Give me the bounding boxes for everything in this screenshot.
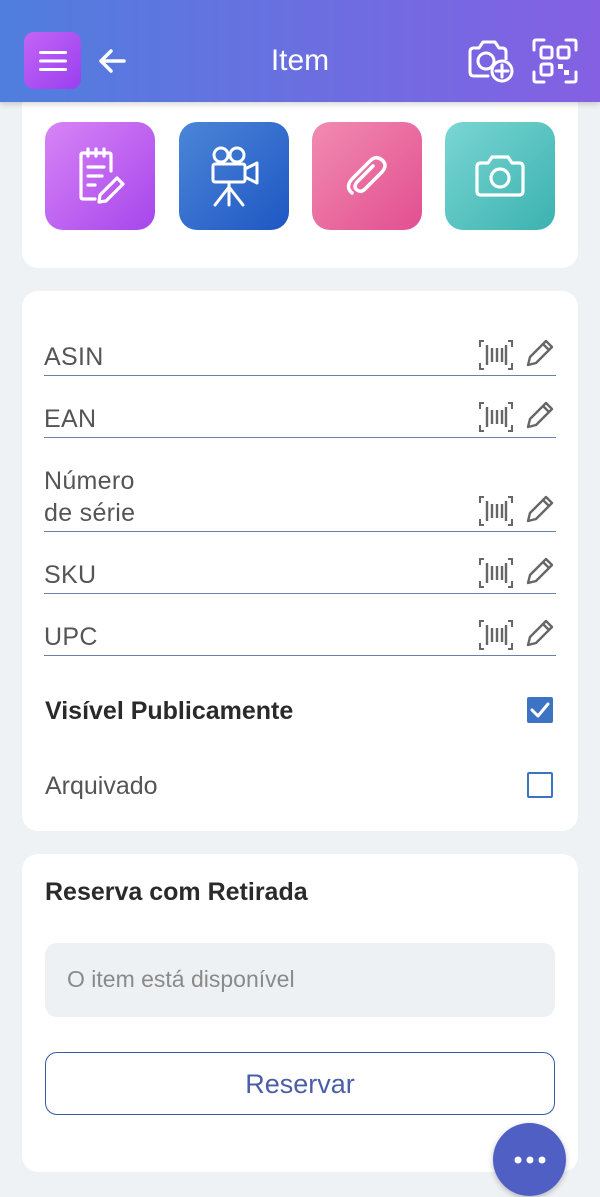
checkmark-icon xyxy=(530,702,550,718)
archived-checkbox[interactable] xyxy=(527,772,553,798)
add-photo-button[interactable] xyxy=(466,38,514,84)
field-label-line2: de série xyxy=(44,499,136,527)
pencil-icon[interactable] xyxy=(524,337,556,369)
barcode-scan-icon[interactable] xyxy=(478,339,514,371)
attachment-button[interactable] xyxy=(312,122,422,230)
more-horizontal-icon xyxy=(514,1156,545,1163)
barcode-scan-icon[interactable] xyxy=(478,619,514,651)
field-label: EAN xyxy=(44,405,97,433)
upc-field[interactable]: UPC xyxy=(44,610,556,656)
notepad-pencil-icon xyxy=(79,147,125,204)
availability-text: O item está disponível xyxy=(67,966,295,992)
pencil-icon[interactable] xyxy=(524,555,556,587)
barcode-scan-icon[interactable] xyxy=(478,557,514,589)
photo-button[interactable] xyxy=(445,122,555,230)
paperclip-icon xyxy=(346,156,387,195)
pencil-icon[interactable] xyxy=(524,399,556,431)
qr-scan-button[interactable] xyxy=(532,38,578,84)
field-label: UPC xyxy=(44,623,98,651)
pencil-icon[interactable] xyxy=(524,493,556,525)
camera-icon xyxy=(475,155,525,197)
visible-publicly-row[interactable]: Visível Publicamente xyxy=(45,691,555,731)
reservation-title: Reserva com Retirada xyxy=(45,878,308,906)
availability-status: O item está disponível xyxy=(45,943,555,1017)
more-actions-button[interactable] xyxy=(493,1123,566,1196)
reserve-button[interactable]: Reservar xyxy=(45,1052,555,1115)
qr-code-icon xyxy=(532,38,578,84)
archived-row[interactable]: Arquivado xyxy=(45,766,555,806)
barcode-scan-icon[interactable] xyxy=(478,495,514,527)
ean-field[interactable]: EAN xyxy=(44,392,556,438)
asin-field[interactable]: ASIN xyxy=(44,330,556,376)
checkbox-label: Visível Publicamente xyxy=(45,697,294,725)
camera-plus-icon xyxy=(468,40,514,83)
serial-number-field[interactable]: Número de série xyxy=(44,466,556,532)
barcode-scan-icon[interactable] xyxy=(478,401,514,433)
notes-button[interactable] xyxy=(45,122,155,230)
checkbox-label: Arquivado xyxy=(45,772,158,800)
field-label: SKU xyxy=(44,561,97,589)
video-camera-icon xyxy=(211,146,259,207)
video-button[interactable] xyxy=(179,122,289,230)
visible-publicly-checkbox[interactable] xyxy=(527,697,553,723)
sku-field[interactable]: SKU xyxy=(44,548,556,594)
pencil-icon[interactable] xyxy=(524,617,556,649)
app-header: Item xyxy=(0,0,600,102)
field-label: ASIN xyxy=(44,343,104,371)
field-label-line1: Número xyxy=(44,467,135,495)
